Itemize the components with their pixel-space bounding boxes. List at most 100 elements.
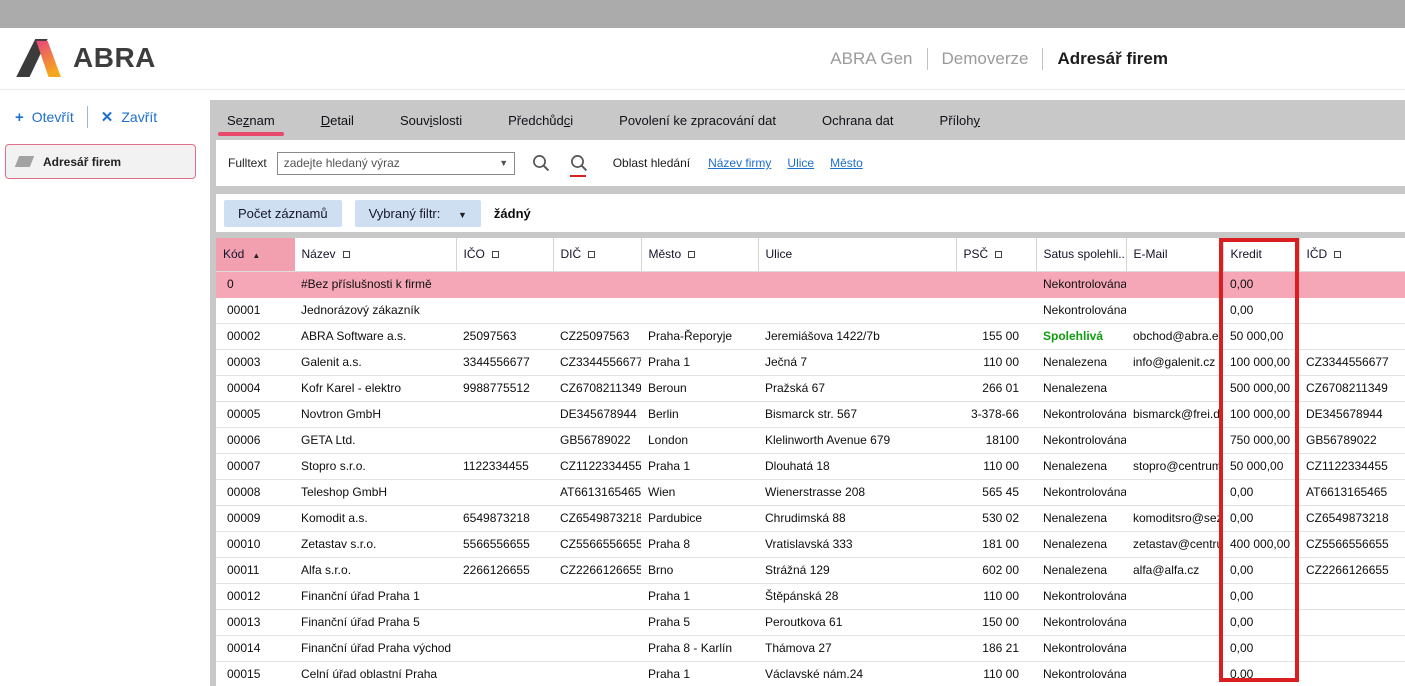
cell-kredit: 50 000,00: [1223, 453, 1299, 479]
cell-kod: 0: [216, 271, 294, 297]
cell-psc: 266 01: [956, 375, 1036, 401]
cell-ulice: Vratislavská 333: [758, 531, 956, 557]
cell-psc: [956, 271, 1036, 297]
cell-dic: CZ6549873218: [553, 505, 641, 531]
column-header-ps-[interactable]: PSČ: [956, 238, 1036, 271]
cell-ico: 2266126655: [456, 557, 553, 583]
scope-link-ulice[interactable]: Ulice: [787, 156, 814, 170]
table-row[interactable]: 00001Jednorázový zákazníkNekontrolována0…: [216, 297, 1405, 323]
table-row[interactable]: 00008Teleshop GmbHAT6613165465WienWiener…: [216, 479, 1405, 505]
tab-p-edch-dci[interactable]: Předchůdci: [508, 100, 573, 140]
cell-nazev: GETA Ltd.: [294, 427, 456, 453]
column-header-k-d[interactable]: Kód▲: [216, 238, 294, 271]
tab-p-lohy[interactable]: Přílohy: [940, 100, 980, 140]
column-header-e-mail[interactable]: E-Mail: [1126, 238, 1223, 271]
close-button[interactable]: ✕ Zavřít: [101, 108, 157, 126]
table-row[interactable]: 00013Finanční úřad Praha 5Praha 5Peroutk…: [216, 609, 1405, 635]
column-header-satus-spolehli-[interactable]: Satus spolehli...: [1036, 238, 1126, 271]
cell-email: [1126, 375, 1223, 401]
chevron-down-icon[interactable]: ▼: [494, 158, 514, 168]
table-row[interactable]: 00005Novtron GmbHDE345678944BerlinBismar…: [216, 401, 1405, 427]
cell-ulice: Štěpánská 28: [758, 583, 956, 609]
table-row[interactable]: 00007Stopro s.r.o.1122334455CZ1122334455…: [216, 453, 1405, 479]
cell-icd: [1299, 271, 1405, 297]
cell-kod: 00010: [216, 531, 294, 557]
cell-kod: 00001: [216, 297, 294, 323]
record-count-button[interactable]: Počet záznamů: [224, 200, 342, 227]
abra-logo-icon: [16, 39, 64, 77]
cell-icd: CZ6549873218: [1299, 505, 1405, 531]
column-header-m-sto[interactable]: Město: [641, 238, 758, 271]
cell-status: Nenalezena: [1036, 531, 1126, 557]
tab-povolen-ke-zpracov-n-dat[interactable]: Povolení ke zpracování dat: [619, 100, 776, 140]
table-row[interactable]: 00014Finanční úřad Praha východPraha 8 -…: [216, 635, 1405, 661]
cell-ulice: Dlouhatá 18: [758, 453, 956, 479]
cell-email: [1126, 297, 1223, 323]
cell-kod: 00005: [216, 401, 294, 427]
tab-seznam[interactable]: Seznam: [227, 100, 275, 140]
abra-logo: ABRA: [16, 39, 156, 77]
column-filter-box-icon: [995, 251, 1002, 258]
cell-mesto: Berlin: [641, 401, 758, 427]
table-row[interactable]: 00010Zetastav s.r.o.5566556655CZ55665566…: [216, 531, 1405, 557]
cell-email: alfa@alfa.cz: [1126, 557, 1223, 583]
table-row[interactable]: 00002ABRA Software a.s.25097563CZ2509756…: [216, 323, 1405, 349]
cell-icd: [1299, 661, 1405, 686]
page-title: Adresář firem: [1057, 49, 1168, 69]
table-row[interactable]: 00004Kofr Karel - elektro9988775512CZ670…: [216, 375, 1405, 401]
plus-icon: +: [15, 109, 24, 126]
search-input[interactable]: [278, 156, 494, 170]
cell-psc: 602 00: [956, 557, 1036, 583]
column-header-kredit[interactable]: Kredit: [1223, 238, 1299, 271]
tab-souvislosti[interactable]: Souvislosti: [400, 100, 462, 140]
column-header-n-zev[interactable]: Název: [294, 238, 456, 271]
table-row[interactable]: 00006GETA Ltd.GB56789022LondonKlelinwort…: [216, 427, 1405, 453]
column-header-i-d[interactable]: IČD: [1299, 238, 1405, 271]
table-row[interactable]: 00009Komodit a.s.6549873218CZ6549873218P…: [216, 505, 1405, 531]
cell-nazev: Novtron GmbH: [294, 401, 456, 427]
cell-icd: CZ3344556677: [1299, 349, 1405, 375]
cell-nazev: Jednorázový zákazník: [294, 297, 456, 323]
cell-dic: [553, 271, 641, 297]
cell-ulice: Klelinworth Avenue 679: [758, 427, 956, 453]
cell-ulice: [758, 297, 956, 323]
tab-bar: Seznam Detail Souvislosti Předchůdci Povolen…: [210, 100, 1405, 140]
table-row[interactable]: 00012Finanční úřad Praha 1Praha 1Štěpáns…: [216, 583, 1405, 609]
search-button[interactable]: [529, 149, 553, 177]
table-row[interactable]: 00015Celní úřad oblastní PrahaPraha 1Vác…: [216, 661, 1405, 686]
cell-status: Nekontrolována: [1036, 583, 1126, 609]
scope-link-n-zev-firmy[interactable]: Název firmy: [708, 156, 771, 170]
cell-dic: [553, 297, 641, 323]
search-filtered-button[interactable]: [567, 149, 591, 177]
cell-dic: [553, 609, 641, 635]
cell-email: [1126, 583, 1223, 609]
sidebar-item-adresar-firem[interactable]: Adresář firem: [5, 144, 196, 179]
cell-status: Nekontrolována: [1036, 427, 1126, 453]
column-filter-box-icon: [588, 251, 595, 258]
cell-kredit: 100 000,00: [1223, 349, 1299, 375]
column-header-i-o[interactable]: IČO: [456, 238, 553, 271]
column-header-di-[interactable]: DIČ: [553, 238, 641, 271]
table-header-row: Kód▲NázevIČODIČMěstoUlicePSČSatus spoleh…: [216, 238, 1405, 271]
selected-filter-dropdown[interactable]: Vybraný filtr: ▼: [355, 200, 481, 227]
cell-email: komoditsro@seznam: [1126, 505, 1223, 531]
table-row[interactable]: 00011Alfa s.r.o.2266126655CZ2266126655Br…: [216, 557, 1405, 583]
cell-kredit: 0,00: [1223, 661, 1299, 686]
column-header-ulice[interactable]: Ulice: [758, 238, 956, 271]
open-button[interactable]: + Otevřít: [15, 109, 74, 126]
cell-dic: GB56789022: [553, 427, 641, 453]
tab-ochrana-dat[interactable]: Ochrana dat: [822, 100, 894, 140]
cell-kredit: 500 000,00: [1223, 375, 1299, 401]
cell-ico: [456, 271, 553, 297]
cell-kod: 00007: [216, 453, 294, 479]
selected-filter-value: žádný: [494, 206, 531, 221]
cell-icd: [1299, 323, 1405, 349]
table-row[interactable]: 0#Bez příslušnosti k firměNekontrolována…: [216, 271, 1405, 297]
cell-nazev: Teleshop GmbH: [294, 479, 456, 505]
tab-detail[interactable]: Detail: [321, 100, 354, 140]
scope-link-m-sto[interactable]: Město: [830, 156, 863, 170]
cell-ulice: Peroutkova 61: [758, 609, 956, 635]
cell-status: Nenalezena: [1036, 557, 1126, 583]
table-row[interactable]: 00003Galenit a.s.3344556677CZ3344556677P…: [216, 349, 1405, 375]
cell-icd: DE345678944: [1299, 401, 1405, 427]
